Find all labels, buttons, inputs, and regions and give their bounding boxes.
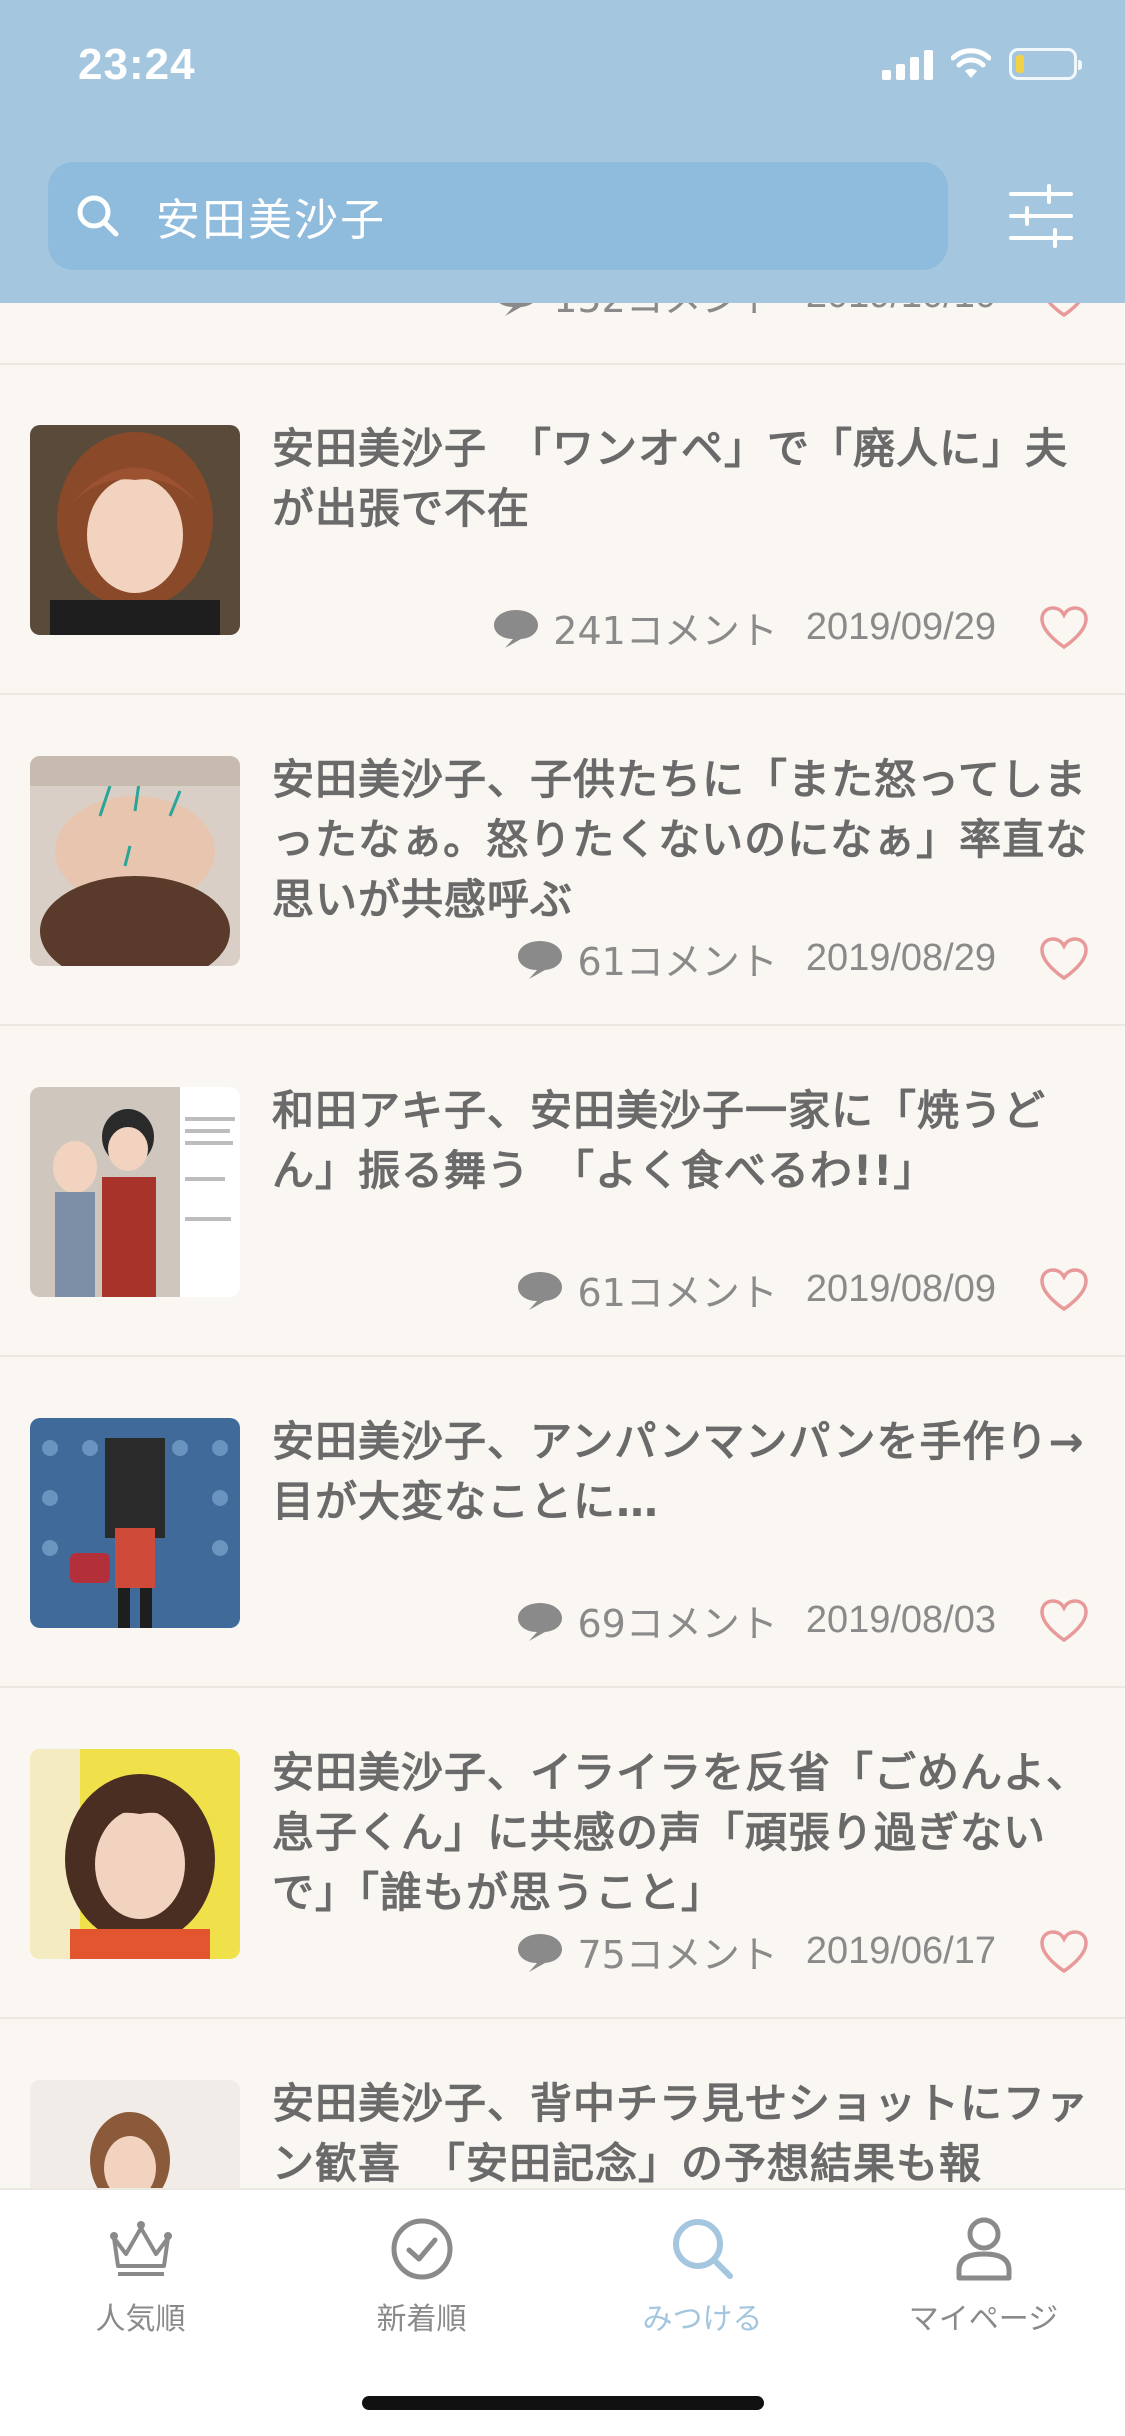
article-thumbnail [30, 1749, 240, 1959]
list-item[interactable]: 和田アキ子、安田美沙子一家に「焼うどん」振る舞う 「よく食べるわ!!」 61コメ… [0, 1027, 1125, 1357]
comment-count: 69コメント [577, 1602, 778, 1646]
article-meta: 241コメント 2019/09/29 [491, 600, 1090, 655]
article-date: 2019/08/09 [805, 1268, 996, 1310]
list-item[interactable]: 安田美沙子、背中チラ見せショットにファン歓喜 「安田記念」の予想結果も報 [0, 2020, 1125, 2188]
article-thumbnail [30, 756, 240, 966]
filter-icon[interactable] [1005, 180, 1077, 252]
wifi-icon [951, 48, 991, 78]
status-time: 23:24 [78, 40, 196, 89]
heart-icon[interactable] [1038, 303, 1090, 319]
article-date: 2019/08/03 [805, 1599, 996, 1641]
article-meta: 61コメント 2019/08/09 [515, 1262, 1090, 1317]
comment-count: 152コメント [553, 303, 778, 323]
crown-icon [109, 2221, 172, 2276]
article-thumbnail [30, 1418, 240, 1628]
article-title: 安田美沙子、背中チラ見せショットにファン歓喜 「安田記念」の予想結果も報 [272, 2079, 1090, 2188]
article-title: 和田アキ子、安田美沙子一家に「焼うどん」振る舞う 「よく食べるわ!!」 [272, 1086, 1047, 1195]
search-input[interactable]: 安田美沙子 [48, 162, 948, 270]
header-bar: 23:24 安田美沙子 [0, 0, 1125, 303]
tab-mypage[interactable]: マイページ [843, 2214, 1124, 2338]
comment-count: 75コメント [577, 1933, 778, 1977]
battery-icon [1009, 48, 1082, 80]
tab-newest[interactable]: 新着順 [281, 2214, 562, 2338]
list-item[interactable]: 安田美沙子、アンパンマンパンを手作り→目が大変なことに… 69コメント 2019… [0, 1358, 1125, 1688]
heart-icon[interactable] [1038, 936, 1090, 982]
search-icon [672, 2219, 733, 2279]
comment-icon [518, 1271, 563, 1310]
heart-icon[interactable] [1038, 605, 1090, 651]
list-item[interactable]: 152コメント 2019/10/10 [0, 303, 1125, 365]
search-icon [77, 195, 119, 237]
article-title: 安田美沙子、イライラを反省「ごめんよ、息子くん」に共感の声「頑張り過ぎないで」「… [272, 1748, 1090, 1917]
tab-ranking[interactable]: 人気順 [0, 2214, 281, 2338]
user-icon [956, 2217, 1011, 2281]
clock-icon [391, 2218, 452, 2280]
article-meta: 69コメント 2019/08/03 [515, 1593, 1090, 1648]
article-title: 安田美沙子、アンパンマンパンを手作り→目が大変なことに… [272, 1417, 1085, 1526]
article-title: 安田美沙子、子供たちに「また怒ってしまったなぁ。怒りたくないのになぁ」率直な思い… [272, 755, 1089, 924]
heart-icon[interactable] [1038, 1267, 1090, 1313]
comment-count: 241コメント [553, 609, 778, 653]
article-meta: 152コメント 2019/10/10 [491, 303, 1090, 323]
article-meta: 61コメント 2019/08/29 [515, 931, 1090, 986]
article-date: 2019/08/29 [805, 937, 996, 979]
comment-count: 61コメント [577, 1271, 778, 1315]
signal-icon [882, 48, 933, 80]
tab-label: マイページ [908, 2302, 1059, 2337]
heart-icon[interactable] [1038, 1598, 1090, 1644]
home-indicator [362, 2396, 764, 2410]
heart-icon[interactable] [1038, 1929, 1090, 1975]
comment-icon [518, 1602, 563, 1641]
list-item[interactable]: 安田美沙子、イライラを反省「ごめんよ、息子くん」に共感の声「頑張り過ぎないで」「… [0, 1689, 1125, 2019]
article-thumbnail [30, 2080, 240, 2188]
tab-label: 人気順 [95, 2302, 186, 2337]
article-meta: 75コメント 2019/06/17 [515, 1924, 1090, 1979]
article-thumbnail [30, 425, 240, 635]
tab-discover[interactable]: みつける [562, 2214, 843, 2338]
comment-icon [494, 609, 539, 648]
article-date: 2019/10/10 [806, 303, 996, 317]
article-date: 2019/09/29 [805, 606, 996, 648]
article-list: 152コメント 2019/10/10 安田美沙子 「ワンオペ」で「廃人に」夫が出… [0, 303, 1125, 2188]
tab-label: みつける [642, 2302, 763, 2337]
comment-icon [500, 303, 533, 316]
article-title: 安田美沙子 「ワンオペ」で「廃人に」夫が出張で不在 [272, 424, 1069, 533]
search-query: 安田美沙子 [156, 195, 386, 246]
comment-icon [518, 1933, 563, 1972]
list-item[interactable]: 安田美沙子、子供たちに「また怒ってしまったなぁ。怒りたくないのになぁ」率直な思い… [0, 696, 1125, 1026]
article-date: 2019/06/17 [805, 1930, 996, 1972]
status-icons [882, 48, 1082, 80]
comment-icon [518, 940, 563, 979]
tab-label: 新着順 [376, 2302, 467, 2337]
article-thumbnail [30, 1087, 240, 1297]
list-item[interactable]: 安田美沙子 「ワンオペ」で「廃人に」夫が出張で不在 241コメント 2019/0… [0, 365, 1125, 695]
comment-count: 61コメント [577, 940, 778, 984]
